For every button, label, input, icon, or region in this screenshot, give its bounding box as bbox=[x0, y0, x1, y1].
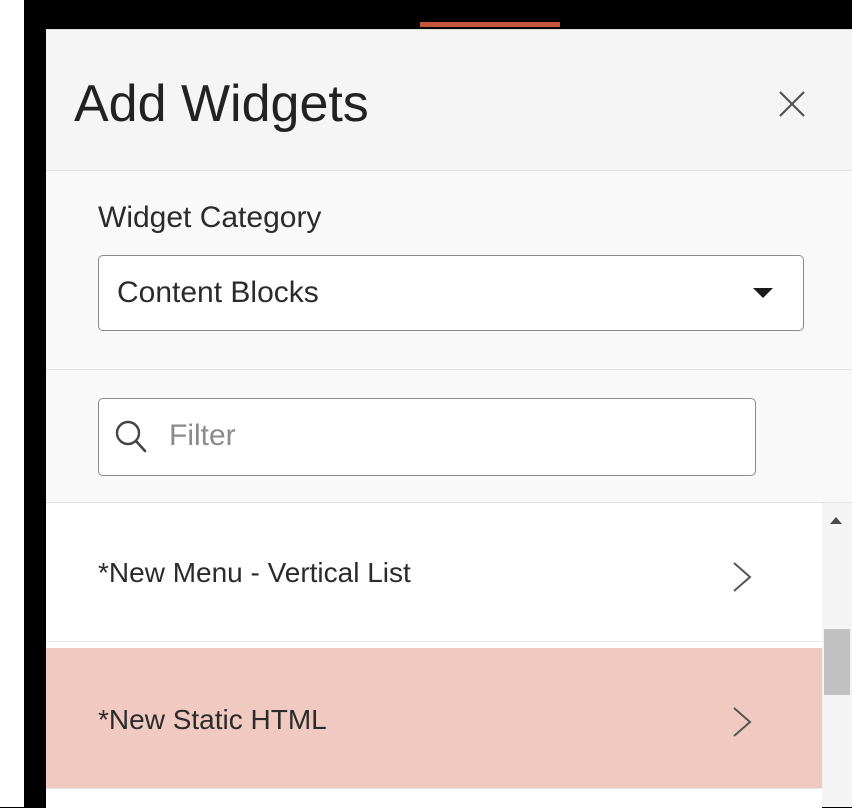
panel-title: Add Widgets bbox=[74, 75, 369, 133]
widget-list: *New Menu - Vertical List *New Static HT… bbox=[46, 503, 822, 808]
widget-category-value: Content Blocks bbox=[117, 276, 319, 309]
scroll-up-arrow-icon[interactable] bbox=[830, 517, 842, 524]
caret-down-icon bbox=[753, 288, 773, 298]
background-page-edge bbox=[0, 0, 24, 807]
add-widgets-panel: Add Widgets Widget Category Content Bloc… bbox=[46, 30, 852, 808]
active-tab-indicator bbox=[420, 22, 560, 27]
widget-category-select[interactable]: Content Blocks bbox=[98, 255, 804, 331]
widget-item-label: *New Static HTML bbox=[98, 704, 327, 735]
widget-category-label: Widget Category bbox=[98, 201, 322, 234]
close-button[interactable] bbox=[772, 84, 812, 124]
widget-item-new-menu-vertical-list[interactable]: *New Menu - Vertical List bbox=[46, 503, 822, 642]
widget-item-label: *New Menu - Vertical List bbox=[98, 557, 411, 588]
widget-item-next-partial[interactable] bbox=[46, 788, 822, 808]
search-icon bbox=[115, 420, 147, 453]
widget-item-new-static-html[interactable]: *New Static HTML bbox=[46, 648, 822, 788]
filter-section bbox=[46, 370, 852, 503]
close-icon bbox=[779, 91, 805, 117]
panel-header: Add Widgets bbox=[46, 30, 852, 171]
chevron-right-icon bbox=[733, 562, 752, 592]
chevron-right-icon bbox=[733, 707, 752, 737]
widget-category-section: Widget Category Content Blocks bbox=[46, 171, 852, 370]
filter-field[interactable] bbox=[98, 398, 756, 476]
scroll-thumb[interactable] bbox=[824, 629, 850, 695]
widget-list-scrollbar[interactable] bbox=[822, 503, 852, 807]
filter-input[interactable] bbox=[169, 413, 729, 459]
